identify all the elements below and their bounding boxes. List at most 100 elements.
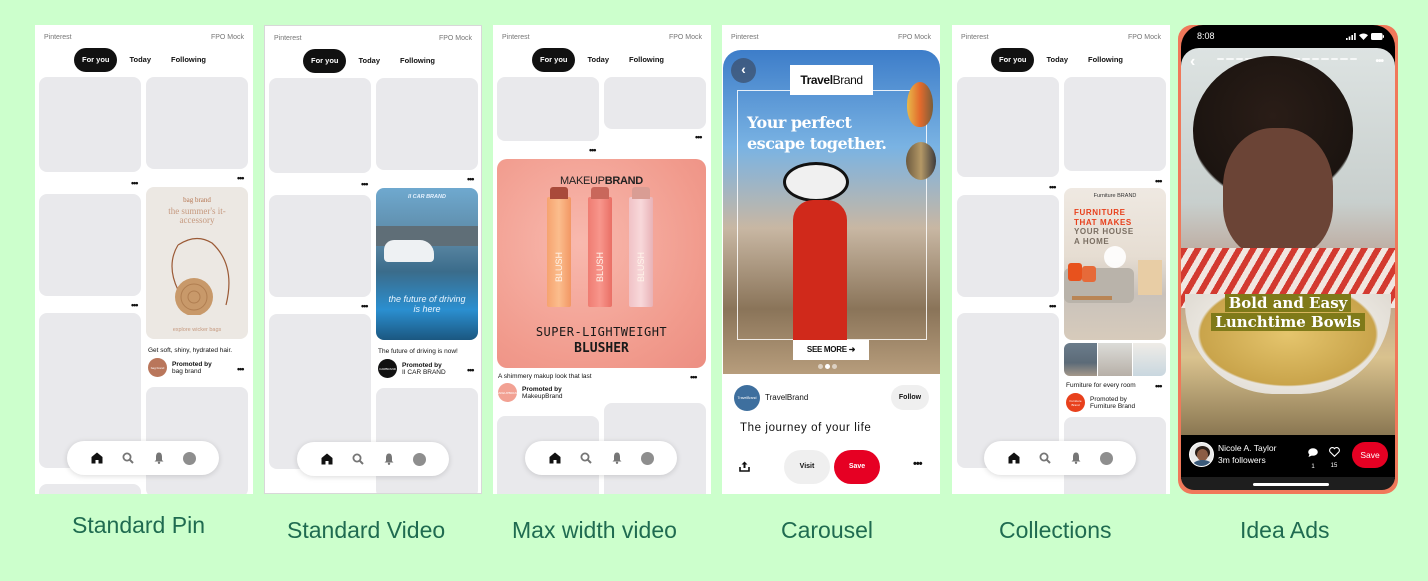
placeholder-pin[interactable] <box>39 194 141 296</box>
more-icon[interactable]: ••• <box>1155 382 1163 391</box>
home-icon[interactable] <box>548 451 562 465</box>
mock-label: FPO Mock <box>1127 34 1161 41</box>
tab-following[interactable]: Following <box>392 49 443 73</box>
carousel-dot-active[interactable] <box>825 364 830 369</box>
back-button[interactable]: ‹ <box>731 58 756 83</box>
tab-following[interactable]: Following <box>1080 48 1131 72</box>
bell-icon[interactable] <box>1069 451 1083 465</box>
placeholder-pin[interactable] <box>146 77 248 169</box>
tab-following[interactable]: Following <box>163 48 214 72</box>
comment-button[interactable]: 1 <box>1307 444 1319 470</box>
pin-footer: Get soft, shiny, hydrated hair. bag bran… <box>148 347 248 377</box>
tab-for-you[interactable]: For you <box>302 49 347 73</box>
promoted-video-pin[interactable]: II CAR BRAND the future of driving is he… <box>376 188 478 340</box>
hotspot-indicator[interactable] <box>1104 246 1126 268</box>
placeholder-pin[interactable] <box>497 77 599 141</box>
advertiser-name[interactable]: II CAR BRAND <box>402 369 446 376</box>
blush-stick-pink: BLUSH <box>629 187 653 307</box>
more-icon[interactable]: ••• <box>1155 177 1163 186</box>
collection-hero-image[interactable]: Furniture BRAND FURNITURE THAT MAKES YOU… <box>1064 188 1166 340</box>
more-icon[interactable]: ••• <box>131 179 139 188</box>
profile-icon[interactable] <box>1100 451 1114 465</box>
placeholder-pin[interactable] <box>39 484 141 494</box>
max-width-video-pin[interactable]: MAKEUPBRAND BLUSH BLUSH BLUSH SUPER-LIGH… <box>497 159 706 368</box>
more-icon[interactable]: ••• <box>690 373 698 382</box>
save-button[interactable]: Save <box>834 450 880 484</box>
promoted-pin-image[interactable]: bag brand the summer's it-accessory expl… <box>146 187 248 339</box>
bell-icon[interactable] <box>152 451 166 465</box>
advertiser-avatar[interactable]: bag brand <box>148 358 167 377</box>
placeholder-pin[interactable] <box>604 77 706 129</box>
more-icon[interactable]: ••• <box>237 174 245 183</box>
more-icon[interactable]: ••• <box>589 146 597 155</box>
tab-today[interactable]: Today <box>350 49 388 73</box>
more-icon[interactable]: ••• <box>131 301 139 310</box>
carousel-dot[interactable] <box>818 364 823 369</box>
placeholder-pin[interactable] <box>376 388 478 493</box>
advertiser-name[interactable]: MakeupBrand <box>522 393 562 400</box>
creator-avatar[interactable] <box>1189 442 1214 467</box>
tab-for-you[interactable]: For you <box>990 48 1035 72</box>
profile-icon[interactable] <box>413 452 427 466</box>
more-icon[interactable]: ••• <box>1049 302 1057 311</box>
more-icon[interactable]: ••• <box>1049 183 1057 192</box>
share-icon[interactable] <box>739 459 750 472</box>
placeholder-pin[interactable] <box>1064 77 1166 171</box>
placeholder-pin[interactable] <box>376 78 478 170</box>
profile-icon[interactable] <box>183 451 197 465</box>
more-icon[interactable]: ••• <box>361 180 369 189</box>
home-indicator[interactable] <box>1253 483 1329 486</box>
profile-icon[interactable] <box>641 451 655 465</box>
tab-for-you[interactable]: For you <box>73 48 118 72</box>
bell-icon[interactable] <box>610 451 624 465</box>
tab-today[interactable]: Today <box>121 48 159 72</box>
search-icon[interactable] <box>351 452 365 466</box>
pin-description: The future of driving is now! <box>378 348 458 355</box>
advertiser-name[interactable]: TravelBrand <box>765 393 808 402</box>
search-icon[interactable] <box>121 451 135 465</box>
visit-button[interactable]: Visit <box>784 450 830 484</box>
search-icon[interactable] <box>1038 451 1052 465</box>
advertiser-avatar[interactable]: CARBRAND <box>378 359 397 378</box>
advertiser-avatar[interactable]: Furniture Brand <box>1066 393 1085 412</box>
search-icon[interactable] <box>579 451 593 465</box>
advertiser-avatar[interactable]: TravelBrand <box>734 385 760 411</box>
more-icon[interactable]: ••• <box>361 302 369 311</box>
more-icon[interactable]: ••• <box>695 133 703 142</box>
tab-following[interactable]: Following <box>621 48 672 72</box>
see-more-button[interactable]: SEE MORE ➜ <box>793 340 869 360</box>
headline-line: YOUR HOUSE <box>1074 227 1134 236</box>
creator-name[interactable]: Nicole A. Taylor <box>1218 443 1276 453</box>
placeholder-pin[interactable] <box>269 195 371 297</box>
placeholder-pin[interactable] <box>957 195 1059 297</box>
placeholder-pin[interactable] <box>39 77 141 172</box>
advertiser-avatar[interactable]: MAKEUPBRAND <box>496 383 519 402</box>
app-name: Pinterest <box>731 34 759 41</box>
collection-thumbnail[interactable] <box>1098 343 1132 376</box>
idea-pin-video[interactable]: ‹ ••• Bold and Easy Lunchtime Bowls <box>1181 48 1395 435</box>
more-icon[interactable]: ••• <box>237 365 245 374</box>
back-button[interactable]: ‹ <box>1190 53 1195 71</box>
collection-thumbnail[interactable] <box>1064 343 1098 376</box>
carousel-pin-image[interactable]: ‹ TravelBrand Your perfect escape togeth… <box>723 50 940 374</box>
placeholder-pin[interactable] <box>957 77 1059 177</box>
advertiser-name[interactable]: Furniture Brand <box>1090 403 1135 410</box>
collection-thumbnail[interactable] <box>1132 343 1166 376</box>
like-button[interactable]: 15 <box>1327 444 1341 469</box>
more-icon[interactable]: ••• <box>1375 56 1383 67</box>
follow-button[interactable]: Follow <box>891 385 929 410</box>
more-icon[interactable]: ••• <box>467 175 475 184</box>
home-icon[interactable] <box>90 451 104 465</box>
more-icon[interactable]: ••• <box>913 459 923 470</box>
carousel-dot[interactable] <box>832 364 837 369</box>
more-icon[interactable]: ••• <box>467 366 475 375</box>
tab-for-you[interactable]: For you <box>531 48 576 72</box>
tab-today[interactable]: Today <box>579 48 617 72</box>
placeholder-pin[interactable] <box>269 78 371 173</box>
save-button[interactable]: Save <box>1352 442 1388 468</box>
tab-today[interactable]: Today <box>1038 48 1076 72</box>
bell-icon[interactable] <box>382 452 396 466</box>
home-icon[interactable] <box>1007 451 1021 465</box>
advertiser-name[interactable]: bag brand <box>172 368 212 375</box>
home-icon[interactable] <box>320 452 334 466</box>
